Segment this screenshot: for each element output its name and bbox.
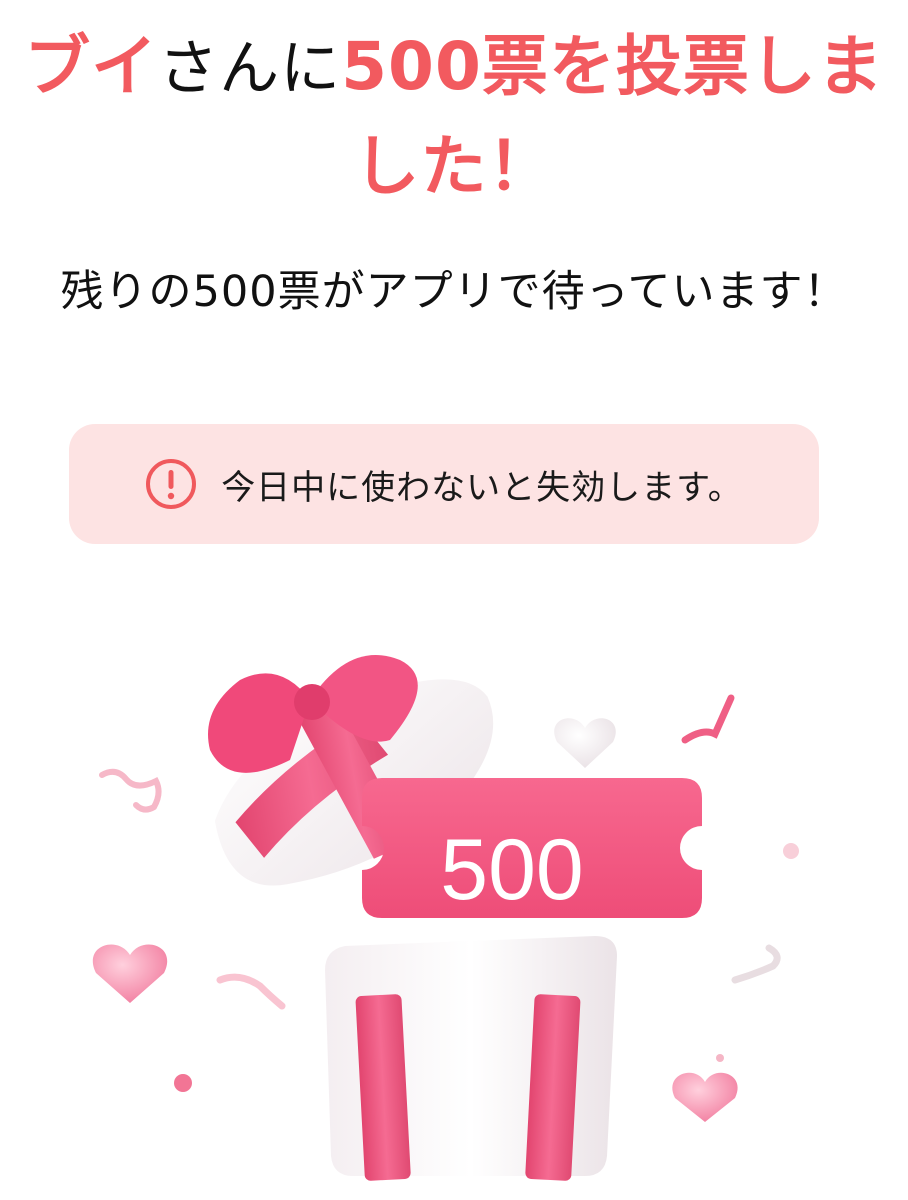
confetti-ribbon (216, 973, 286, 1010)
expiry-warning-text: 今日中に使わないと失効します。 (221, 467, 743, 508)
heart-decoration (672, 1072, 738, 1122)
recipient-name: ブイ (24, 28, 159, 105)
confetti-dot (174, 1074, 192, 1092)
ticket-vote-count: 500 (440, 822, 584, 918)
gift-box-ribbon (525, 994, 581, 1181)
headline: ブイさんに500票を投票しました！ (20, 18, 888, 216)
confetti-dot (716, 1054, 724, 1062)
gift-box-illustration: 500 (80, 600, 840, 1185)
gift-bow-knot (294, 684, 330, 720)
gift-box-ribbon (355, 994, 411, 1181)
heart-decoration (554, 718, 616, 768)
remaining-votes-message: 残りの500票がアプリで待っています！ (60, 267, 848, 317)
vote-count-message: 500票を投票しました！ (341, 28, 884, 205)
confetti-dot (783, 843, 799, 859)
exclamation-circle-icon (146, 459, 197, 509)
recipient-suffix: さんに (158, 34, 342, 104)
confetti-ribbon (99, 768, 162, 813)
confetti-ribbon (731, 944, 781, 984)
confetti-ribbon (681, 694, 735, 744)
heart-decoration (92, 944, 168, 1003)
expiry-warning-banner: 今日中に使わないと失効します。 (69, 424, 819, 544)
